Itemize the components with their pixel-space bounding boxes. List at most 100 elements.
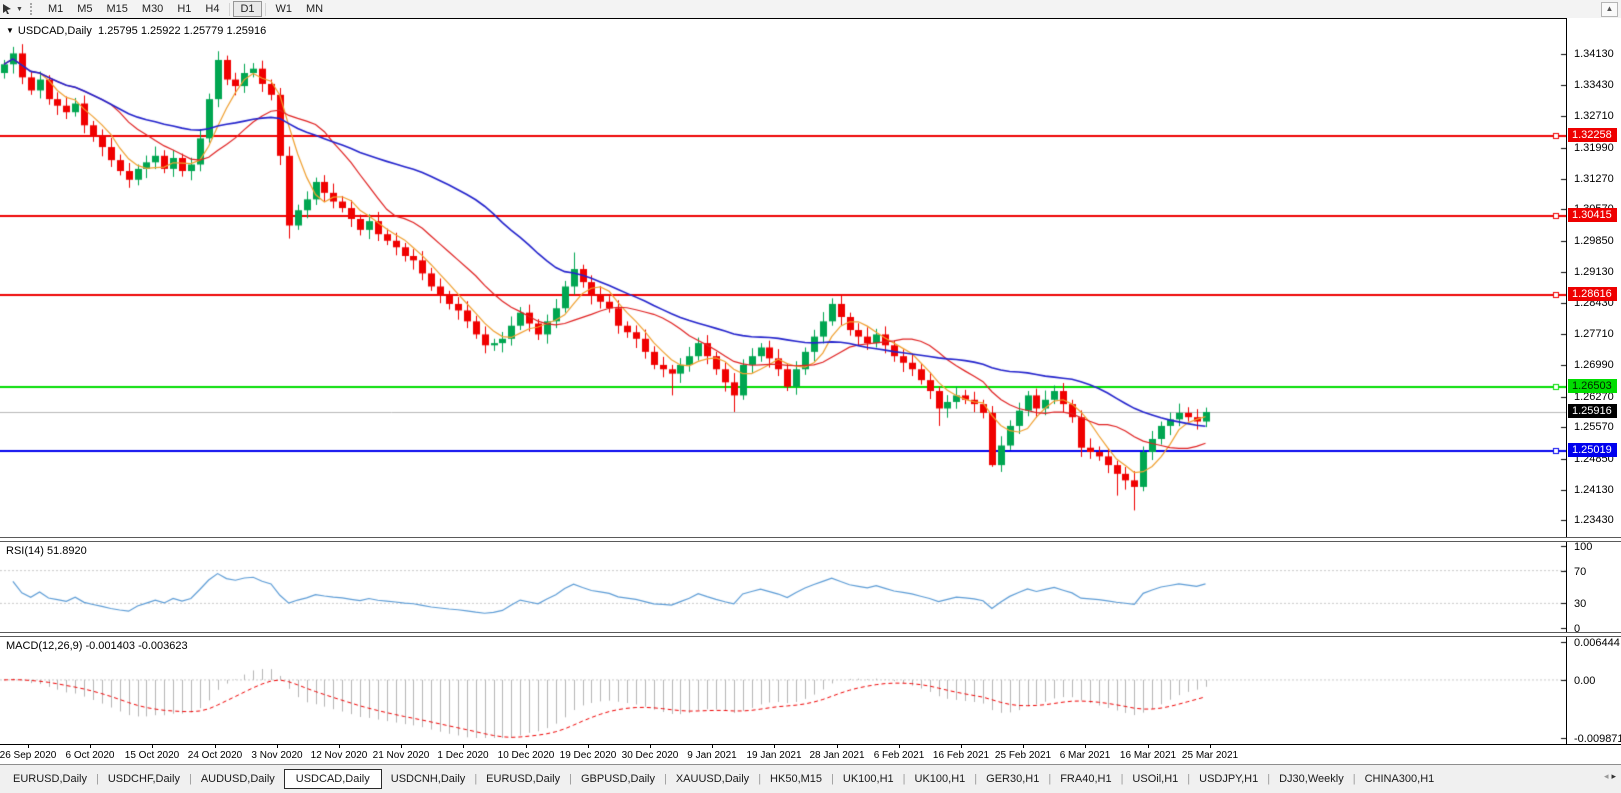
timeframe-w1-button[interactable]: W1 [269, 1, 300, 17]
timeframe-m1-button[interactable]: M1 [41, 1, 70, 17]
date-label: 25 Feb 2021 [994, 750, 1052, 761]
time-axis-tick [526, 745, 527, 748]
date-label: 28 Jan 2021 [809, 750, 865, 761]
tab-scroll-right-button[interactable]: ▸ [1611, 771, 1619, 781]
tab-eurusd-daily[interactable]: EURUSD,Daily [4, 770, 96, 788]
date-label: 30 Dec 2020 [621, 750, 679, 761]
timeframe-m30-button[interactable]: M30 [135, 1, 170, 17]
date-label: 1 Dec 2020 [437, 750, 489, 761]
date-label: 6 Oct 2020 [65, 750, 115, 761]
tab-audusd-daily[interactable]: AUDUSD,Daily [192, 770, 284, 788]
tab-xauusd-daily[interactable]: XAUUSD,Daily [667, 770, 758, 788]
time-axis-tick [1085, 745, 1086, 748]
toolbar: ▼ M1 M5 M15 M30 H1 H4 D1 W1 MN ▲ [0, 0, 1621, 18]
tab-fra40-h1[interactable]: FRA40,H1 [1051, 770, 1120, 788]
price-tick-label: 1.31270 [1574, 172, 1614, 185]
date-label: 9 Jan 2021 [687, 750, 737, 761]
time-axis-tick [650, 745, 651, 748]
rsi-label: RSI(14) 51.8920 [6, 545, 87, 557]
chart-title: ▼ USDCAD,Daily 1.25795 1.25922 1.25779 1.… [6, 25, 266, 37]
candlestick-chart-canvas[interactable] [0, 19, 1566, 537]
date-label: 12 Nov 2020 [310, 750, 368, 761]
macd-chart-canvas[interactable] [0, 637, 1566, 743]
timeframe-d1-button[interactable]: D1 [233, 1, 262, 17]
time-axis-tick [28, 745, 29, 748]
tab-uk100-h1[interactable]: UK100,H1 [906, 770, 975, 788]
tab-eurusd-daily[interactable]: EURUSD,Daily [477, 770, 569, 788]
macd-label: MACD(12,26,9) -0.001403 -0.003623 [6, 640, 188, 652]
cursor-icon [3, 4, 11, 14]
time-axis-tick [152, 745, 153, 748]
tab-usoil-h1[interactable]: USOil,H1 [1123, 770, 1187, 788]
price-tick-label: 1.25570 [1574, 421, 1614, 434]
tab-gbpusd-daily[interactable]: GBPUSD,Daily [572, 770, 664, 788]
date-label: 6 Feb 2021 [873, 750, 925, 761]
main-chart-panel[interactable]: ▼ USDCAD,Daily 1.25795 1.25922 1.25779 1.… [0, 18, 1621, 537]
time-axis-tick [712, 745, 713, 748]
time-axis-tick [90, 745, 91, 748]
tab-china300-h1[interactable]: CHINA300,H1 [1356, 770, 1444, 788]
time-axis-tick [277, 745, 278, 748]
tab-uk100-h1[interactable]: UK100,H1 [834, 770, 903, 788]
price-tick-label: 1.23430 [1574, 514, 1614, 527]
tab-hk50-m15[interactable]: HK50,M15 [761, 770, 831, 788]
chart-ohlc-quote: 1.25795 1.25922 1.25779 1.25916 [98, 25, 267, 37]
date-label: 10 Dec 2020 [497, 750, 555, 761]
date-label: 16 Feb 2021 [932, 750, 990, 761]
time-axis-tick [339, 745, 340, 748]
chart-symbol-label: USDCAD,Daily [17, 25, 92, 37]
timeframe-m15-button[interactable]: M15 [100, 1, 135, 17]
date-label: 3 Nov 2020 [251, 750, 303, 761]
price-tick-label: 1.31990 [1574, 141, 1614, 154]
date-label: 26 Sep 2020 [0, 750, 57, 761]
time-axis-tick [899, 745, 900, 748]
tab-ger30-h1[interactable]: GER30,H1 [977, 770, 1048, 788]
rsi-chart-canvas[interactable] [0, 542, 1566, 632]
price-tick-label: 1.34130 [1574, 48, 1614, 61]
time-axis[interactable]: 26 Sep 2020 6 Oct 2020 15 Oct 2020 24 Oct 2… [0, 744, 1621, 764]
price-tick-label: 1.33430 [1574, 78, 1614, 91]
timeframe-m5-button[interactable]: M5 [70, 1, 99, 17]
tab-dj30-weekly[interactable]: DJ30,Weekly [1270, 770, 1353, 788]
level-price-label: 1.25019 [1568, 443, 1617, 458]
macd-tick-label: 0.006444 [1574, 637, 1620, 649]
toolbar-grip[interactable] [29, 3, 35, 15]
tab-usdchf-daily[interactable]: USDCHF,Daily [99, 770, 189, 788]
time-axis-tick [961, 745, 962, 748]
panel-divider[interactable] [0, 632, 1621, 637]
date-label: 19 Jan 2021 [746, 750, 802, 761]
current-price-label: 1.25916 [1568, 404, 1617, 419]
rsi-tick-label: 70 [1574, 565, 1587, 578]
tab-usdjpy-h1[interactable]: USDJPY,H1 [1190, 770, 1267, 788]
time-axis-tick [774, 745, 775, 748]
trading-terminal-window: ▼ M1 M5 M15 M30 H1 H4 D1 W1 MN ▲ ▼ USDCAD,Daily 1… [0, 0, 1621, 793]
price-tick-label: 1.26990 [1574, 359, 1614, 372]
level-price-label: 1.28616 [1568, 286, 1617, 301]
toolbar-scroll-up-button[interactable]: ▲ [1601, 2, 1618, 17]
time-axis-tick [837, 745, 838, 748]
tab-usdcnh-daily[interactable]: USDCNH,Daily [382, 770, 475, 788]
chevron-down-icon[interactable]: ▼ [16, 6, 23, 13]
level-price-label: 1.30415 [1568, 208, 1617, 223]
cursor-tool-button[interactable]: ▼ [2, 2, 23, 16]
timeframe-h4-button[interactable]: H4 [198, 1, 226, 17]
level-price-label: 1.26503 [1568, 378, 1617, 393]
macd-tick-label: 0.00 [1574, 674, 1596, 687]
level-price-label: 1.32258 [1568, 127, 1617, 142]
toolbar-separator [264, 2, 266, 16]
time-axis-tick [401, 745, 402, 748]
timeframe-h1-button[interactable]: H1 [170, 1, 198, 17]
tab-usdcad-daily[interactable]: USDCAD,Daily [283, 769, 382, 789]
macd-panel[interactable]: MACD(12,26,9) -0.001403 -0.003623 [0, 637, 1621, 744]
time-axis-tick [1023, 745, 1024, 748]
price-tick-label: 1.29850 [1574, 234, 1614, 247]
timeframe-mn-button[interactable]: MN [299, 1, 330, 17]
panel-divider[interactable] [0, 537, 1621, 542]
rsi-tick-label: 30 [1574, 598, 1587, 611]
date-label: 21 Nov 2020 [372, 750, 430, 761]
chart-title-collapse-icon[interactable]: ▼ [6, 26, 14, 35]
date-label: 25 Mar 2021 [1181, 750, 1239, 761]
date-label: 15 Oct 2020 [124, 750, 180, 761]
date-label: 24 Oct 2020 [187, 750, 243, 761]
rsi-panel[interactable]: RSI(14) 51.8920 [0, 542, 1621, 632]
